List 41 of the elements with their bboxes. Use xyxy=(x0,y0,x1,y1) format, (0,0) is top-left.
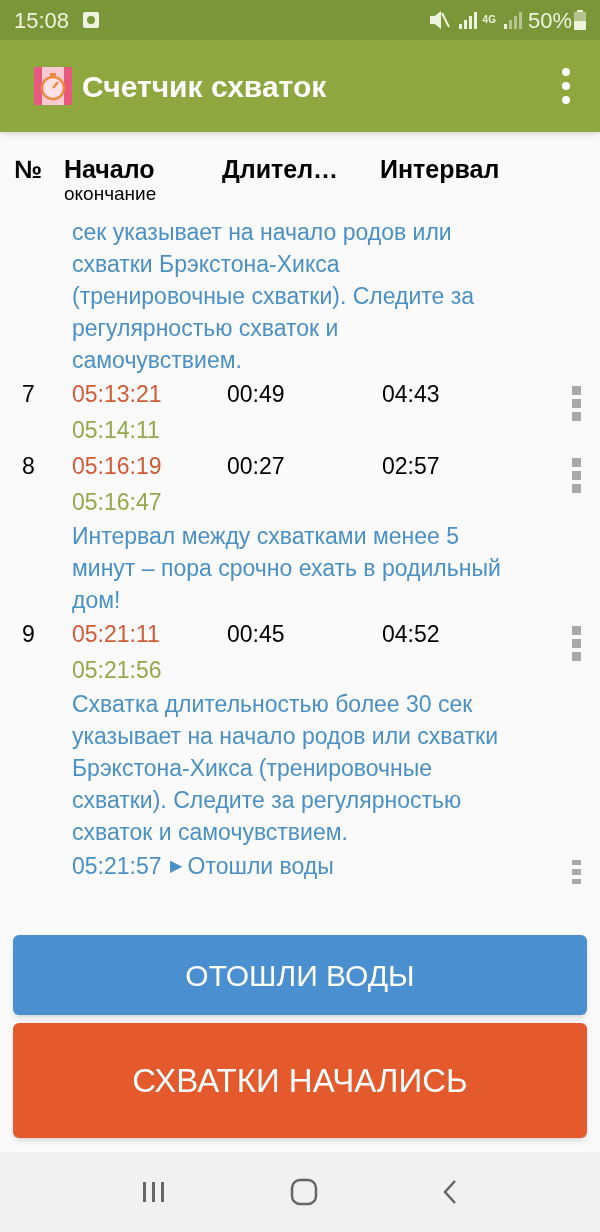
overflow-menu-icon[interactable] xyxy=(562,68,570,104)
more-icon[interactable] xyxy=(571,860,581,884)
duration-text: 00:49 xyxy=(227,381,285,407)
start-time: 05:16:19 xyxy=(72,452,162,481)
mute-icon xyxy=(428,10,451,30)
home-icon[interactable] xyxy=(290,1178,318,1206)
event-time: 05:21:57 xyxy=(72,852,162,881)
notification-icon xyxy=(83,12,100,28)
row-number: 8 xyxy=(21,452,36,481)
action-button[interactable]: ОТОШЛИ ВОДЫ xyxy=(13,935,587,1015)
battery-text: 50% xyxy=(527,6,572,35)
interval-text: 04:43 xyxy=(382,381,440,407)
clock-text: 15:08 xyxy=(14,6,70,35)
interval-text: 04:52 xyxy=(382,621,440,647)
column-header: Начало xyxy=(64,154,155,184)
end-time: 05:14:11 xyxy=(72,416,160,445)
signal-icon xyxy=(501,10,522,30)
column-header: Длител… xyxy=(222,154,339,184)
advice-text: Интервал между схватками менее 5 минут – пора срочно ехать в родильный дом! xyxy=(72,522,502,615)
start-time: 05:13:21 xyxy=(72,380,162,409)
signal-icon xyxy=(456,10,477,30)
network-text: 4G xyxy=(482,15,496,25)
column-subheader: окончание xyxy=(64,184,157,204)
column-header: Интервал xyxy=(380,154,500,184)
battery-icon xyxy=(574,10,586,30)
duration-text: 00:27 xyxy=(227,453,285,479)
play-marker-icon: ▶ xyxy=(169,848,182,884)
end-time: 05:16:47 xyxy=(72,488,162,517)
row-number: 9 xyxy=(21,620,36,649)
stopwatch-icon xyxy=(34,67,72,105)
end-time: 05:21:56 xyxy=(72,656,162,685)
start-time: 05:21:11 xyxy=(72,620,160,649)
app-title: Счетчик схваток xyxy=(82,68,327,105)
column-header: № xyxy=(14,154,42,184)
interval-text: 02:57 xyxy=(382,453,440,479)
event-label: Отошли воды xyxy=(187,852,334,881)
advice-text: Схватка длительностью более 30 сек указывает на начало родов или схватки Брэкстона-Хикса (тренировочные схватки). Следите за регулярностью схваток и самочувствием. xyxy=(72,690,499,847)
row-number: 7 xyxy=(21,380,36,409)
action-button[interactable]: СХВАТКИ НАЧАЛИСЬ xyxy=(13,1023,587,1138)
duration-text: 00:45 xyxy=(227,621,285,647)
advice-text: сек указывает на начало родов или схватки Брэкстона-Хикса (тренировочные схватки). Следите за регулярностью схваток и самочувствием. xyxy=(72,218,476,375)
